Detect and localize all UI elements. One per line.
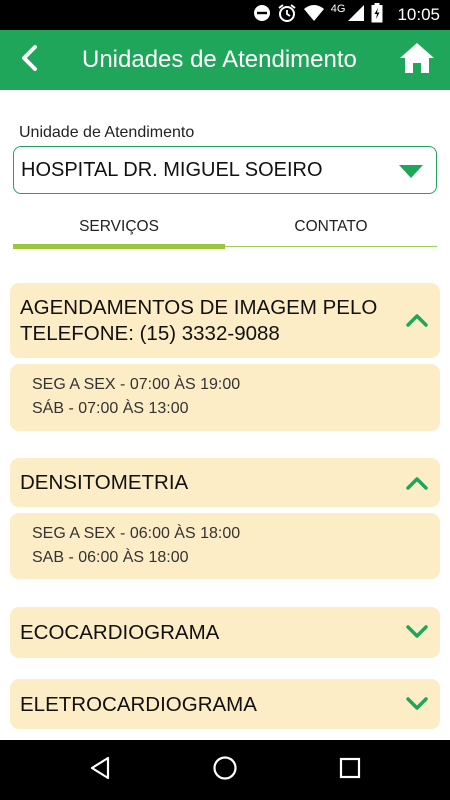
service-title: ECOCARDIOGRAMA — [20, 621, 220, 644]
tab-bar: SERVIÇOS CONTATO — [13, 208, 437, 250]
home-button[interactable] — [398, 42, 436, 78]
chevron-down-icon — [406, 697, 428, 716]
service-hours-densitometria: SEG A SEX - 06:00 ÀS 18:00 SAB - 06:00 À… — [10, 513, 440, 579]
battery-icon — [371, 2, 383, 28]
page-title: Unidades de Atendimento — [82, 46, 357, 73]
chevron-up-icon — [406, 476, 428, 495]
back-button[interactable] — [14, 44, 46, 76]
hours-line: SÁB - 07:00 ÀS 13:00 — [32, 400, 189, 417]
service-title-line: AGENDAMENTOS DE IMAGEM PELO — [20, 296, 378, 319]
status-time: 10:05 — [397, 5, 440, 24]
service-hours-agendamentos: SEG A SEX - 07:00 ÀS 19:00 SÁB - 07:00 À… — [10, 364, 440, 431]
system-nav-bar — [0, 740, 450, 800]
service-title: AGENDAMENTOS DE IMAGEM PELO TELEFONE: (1… — [20, 295, 377, 347]
hours-line: SAB - 06:00 ÀS 18:00 — [32, 549, 189, 566]
do-not-disturb-icon — [253, 4, 271, 27]
tab-contact[interactable]: CONTATO — [225, 208, 437, 246]
service-header-eletrocardiograma[interactable]: ELETROCARDIOGRAMA — [10, 679, 440, 729]
service-header-densitometria[interactable]: DENSITOMETRIA — [10, 458, 440, 507]
triangle-down-icon — [399, 165, 423, 183]
chevron-up-icon — [406, 313, 428, 332]
wifi-icon — [303, 4, 325, 27]
nav-home-button[interactable] — [210, 755, 240, 785]
nav-back-icon — [89, 756, 111, 785]
chevron-down-icon — [406, 625, 428, 644]
network-type: 4G — [330, 3, 346, 15]
service-title-line: TELEFONE: (15) 3332-9088 — [20, 322, 280, 345]
hours-line: SEG A SEX - 06:00 ÀS 18:00 — [32, 525, 241, 542]
tab-services[interactable]: SERVIÇOS — [13, 208, 225, 246]
tab-selected-indicator — [13, 244, 225, 249]
status-icons: 4G 10:05 — [253, 0, 440, 30]
service-title: ELETROCARDIOGRAMA — [20, 693, 257, 716]
service-title: DENSITOMETRIA — [20, 471, 189, 494]
alarm-icon — [277, 3, 297, 28]
nav-home-icon — [212, 755, 238, 786]
service-header-agendamentos[interactable]: AGENDAMENTOS DE IMAGEM PELO TELEFONE: (1… — [10, 283, 440, 358]
unit-select[interactable]: HOSPITAL DR. MIGUEL SOEIRO — [13, 146, 437, 194]
nav-recents-button[interactable] — [335, 755, 365, 785]
home-icon — [399, 42, 435, 79]
unit-select-label: Unidade de Atendimento — [19, 124, 195, 141]
arrow-back-icon — [20, 44, 40, 76]
status-bar: 4G 10:05 — [0, 0, 450, 30]
service-header-ecocardiograma[interactable]: ECOCARDIOGRAMA — [10, 607, 440, 658]
app-bar: Unidades de Atendimento — [0, 30, 450, 90]
hours-line: SEG A SEX - 07:00 ÀS 19:00 — [32, 376, 241, 393]
signal-icon — [347, 4, 365, 27]
nav-recents-icon — [339, 757, 361, 784]
nav-back-button[interactable] — [85, 755, 115, 785]
unit-select-value: HOSPITAL DR. MIGUEL SOEIRO — [21, 159, 323, 181]
